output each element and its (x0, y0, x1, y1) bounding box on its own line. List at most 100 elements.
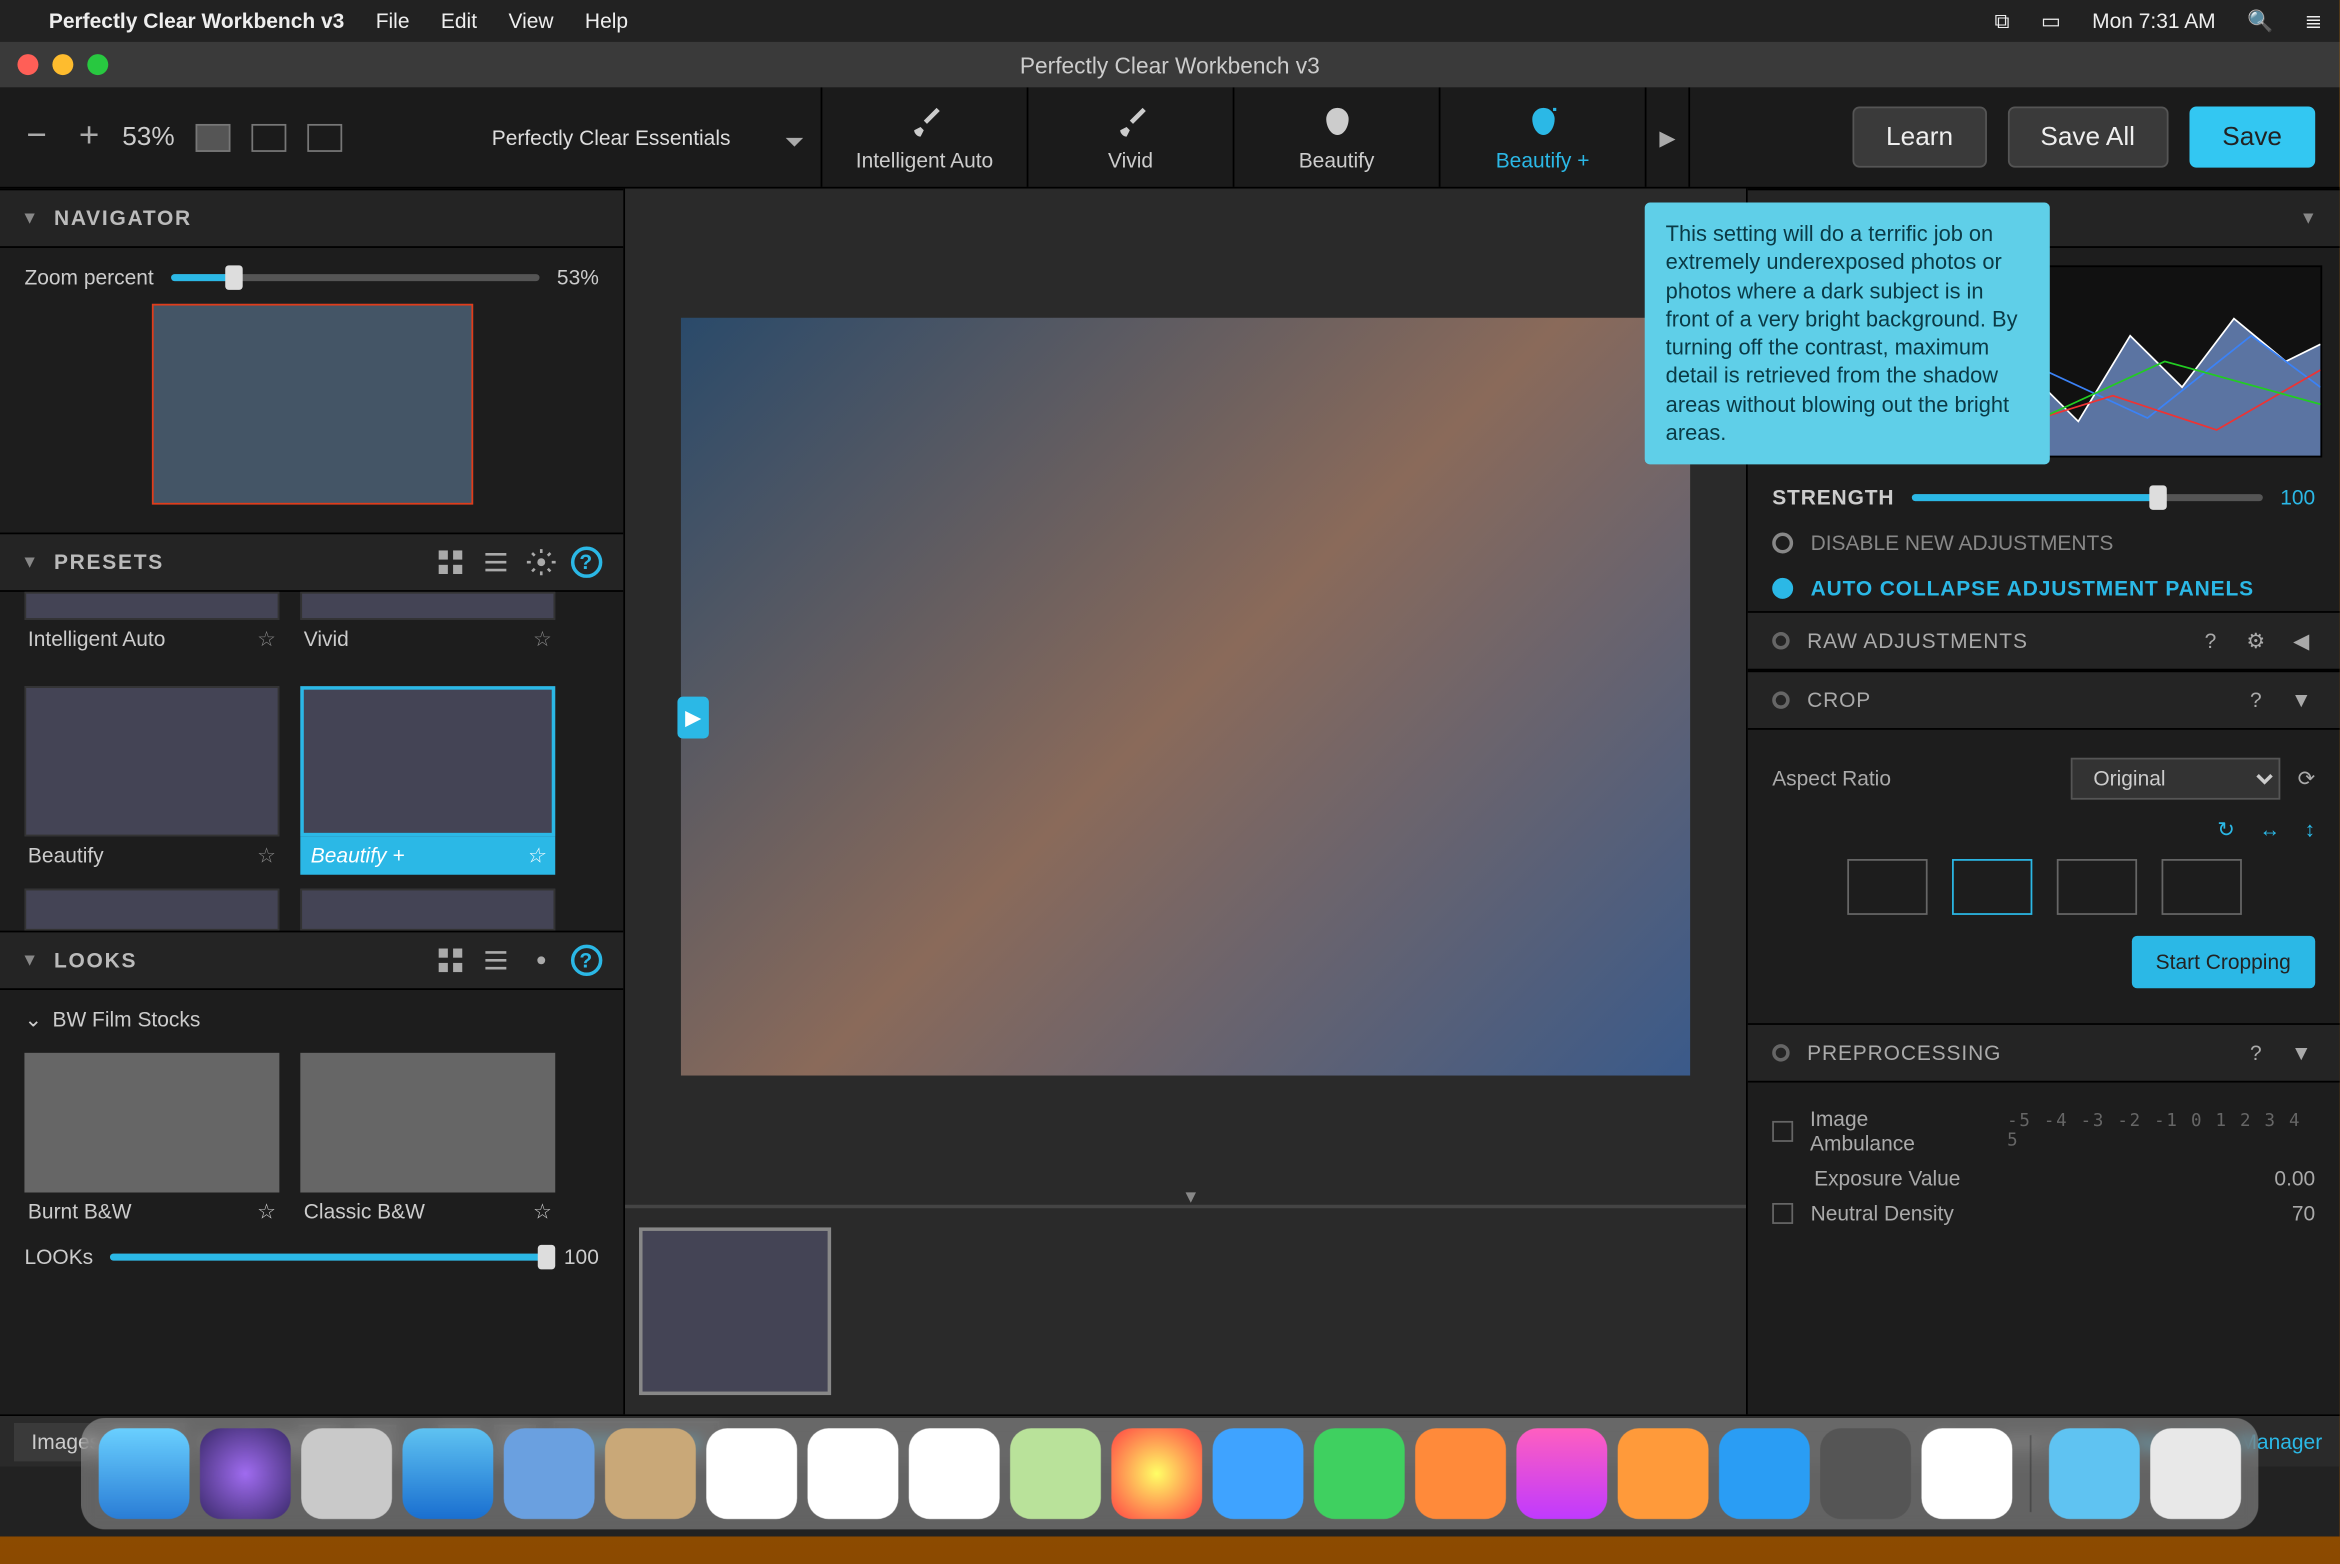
flip-v-icon[interactable]: ↕ (2305, 817, 2315, 841)
looks-header[interactable]: ▼ LOOKS ? (0, 931, 623, 990)
gear-icon[interactable] (526, 546, 557, 577)
essentials-dropdown[interactable]: Perfectly Clear Essentials (402, 87, 821, 187)
dock-reminders[interactable] (909, 1428, 1000, 1519)
layout-single-icon[interactable] (196, 123, 231, 151)
star-icon[interactable]: ☆ (257, 843, 276, 867)
dock-ibooks[interactable] (1618, 1428, 1709, 1519)
layout-dual-icon[interactable] (307, 123, 342, 151)
dock-photos[interactable] (1111, 1428, 1202, 1519)
preset-item-vivid[interactable]: Vivid☆ (300, 592, 555, 658)
navigator-thumbnail[interactable] (151, 304, 472, 505)
menubar-clock[interactable]: Mon 7:31 AM (2092, 9, 2215, 33)
disable-new-adjustments-toggle[interactable]: DISABLE NEW ADJUSTMENTS (1748, 520, 2340, 565)
crop-grid-thirds[interactable] (1951, 859, 2031, 915)
chevron-down-icon[interactable]: ▼ (2287, 686, 2315, 714)
gear-icon[interactable] (526, 945, 557, 976)
strength-slider[interactable] (1912, 494, 2263, 501)
dock-finder[interactable] (99, 1428, 190, 1519)
star-icon[interactable]: ☆ (257, 627, 276, 651)
dock-facetime[interactable] (1314, 1428, 1405, 1519)
list-view-icon[interactable] (480, 945, 511, 976)
spotlight-icon[interactable]: 🔍 (2247, 9, 2273, 33)
list-view-icon[interactable] (480, 546, 511, 577)
start-cropping-button[interactable]: Start Cropping (2131, 936, 2315, 988)
preset-vivid[interactable]: Vivid (1028, 87, 1234, 187)
dock-maps[interactable] (1010, 1428, 1101, 1519)
gear-icon[interactable]: ⚙ (2242, 627, 2270, 655)
dock-messages[interactable] (1213, 1428, 1304, 1519)
maximize-window-button[interactable] (87, 54, 108, 75)
compare-handle[interactable]: ▶ (678, 697, 709, 739)
look-item-classic-bw[interactable]: Classic B&W☆ (300, 1053, 555, 1231)
preset-intelligent-auto[interactable]: Intelligent Auto (822, 87, 1028, 187)
aspect-ratio-select[interactable]: Original (2071, 758, 2281, 800)
looks-subgroup[interactable]: ⌄BW Film Stocks (24, 1000, 598, 1038)
help-icon[interactable]: ? (571, 945, 602, 976)
menulist-icon[interactable]: ≣ (2305, 9, 2323, 33)
zoom-slider[interactable] (171, 274, 539, 281)
dock-downloads[interactable] (2049, 1428, 2140, 1519)
dock-mail[interactable] (504, 1428, 595, 1519)
learn-button[interactable]: Learn (1853, 107, 1986, 168)
image-ambulance-checkbox[interactable] (1772, 1121, 1792, 1142)
preset-item-intelligent-auto[interactable]: Intelligent Auto☆ (24, 592, 279, 658)
star-icon[interactable]: ☆ (533, 627, 552, 651)
grid-view-icon[interactable] (435, 945, 466, 976)
crop-grid-golden[interactable] (2161, 859, 2241, 915)
chevron-left-icon[interactable]: ◀ (2287, 627, 2315, 655)
app-name[interactable]: Perfectly Clear Workbench v3 (49, 9, 344, 33)
preset-item-extra[interactable] (300, 889, 555, 931)
minimize-window-button[interactable] (52, 54, 73, 75)
raw-adjustments-section[interactable]: RAW ADJUSTMENTS ? ⚙ ◀ (1748, 611, 2340, 670)
dock-appstore[interactable] (1719, 1428, 1810, 1519)
preset-item-extra[interactable] (24, 889, 279, 931)
displays-icon[interactable]: ▭ (2041, 9, 2061, 33)
grid-view-icon[interactable] (435, 546, 466, 577)
zoom-in-button[interactable]: + (70, 117, 108, 157)
auto-collapse-toggle[interactable]: AUTO COLLAPSE ADJUSTMENT PANELS (1748, 566, 2340, 611)
save-button[interactable]: Save (2189, 107, 2315, 168)
dock-trash[interactable] (2150, 1428, 2241, 1519)
dock-calendar[interactable] (706, 1428, 797, 1519)
help-icon[interactable]: ? (2242, 686, 2270, 714)
crop-rotate-icon[interactable]: ⟳ (2298, 766, 2316, 790)
help-icon[interactable]: ? (2196, 627, 2224, 655)
dock-launchpad[interactable] (301, 1428, 392, 1519)
help-icon[interactable]: ? (2242, 1039, 2270, 1067)
look-item-burnt-bw[interactable]: Burnt B&W☆ (24, 1053, 279, 1231)
chevron-down-icon[interactable]: ▼ (2287, 1039, 2315, 1067)
crop-section[interactable]: CROP ? ▼ (1748, 670, 2340, 729)
preset-beautify-plus[interactable]: Beautify + (1440, 87, 1646, 187)
dock-safari[interactable] (402, 1428, 493, 1519)
preset-beautify[interactable]: Beautify (1234, 87, 1440, 187)
preprocessing-section[interactable]: PREPROCESSING ? ▼ (1748, 1023, 2340, 1082)
rotate-icon[interactable]: ↻ (2217, 817, 2235, 841)
presets-header[interactable]: ▼ PRESETS ? (0, 533, 623, 592)
dock-settings[interactable] (1820, 1428, 1911, 1519)
layout-split-icon[interactable] (251, 123, 286, 151)
menu-file[interactable]: File (376, 9, 410, 33)
menu-view[interactable]: View (508, 9, 553, 33)
crop-grid-half[interactable] (2056, 859, 2136, 915)
star-icon[interactable]: ☆ (526, 843, 545, 867)
preset-item-beautify[interactable]: Beautify☆ (24, 686, 279, 875)
more-presets-arrow[interactable]: ▶ (1646, 87, 1688, 187)
main-image[interactable]: ▶ (681, 318, 1690, 1075)
help-icon[interactable]: ? (571, 546, 602, 577)
flip-h-icon[interactable]: ↔ (2259, 817, 2280, 841)
close-window-button[interactable] (17, 54, 38, 75)
navigator-header[interactable]: ▼ NAVIGATOR (0, 189, 623, 248)
save-all-button[interactable]: Save All (2007, 107, 2168, 168)
menu-edit[interactable]: Edit (441, 9, 477, 33)
preset-item-beautify-plus[interactable]: Beautify +☆ (300, 686, 555, 875)
dock-siri[interactable] (200, 1428, 291, 1519)
dock-itunes[interactable] (1516, 1428, 1607, 1519)
filmstrip-thumb[interactable] (639, 1227, 831, 1395)
zoom-out-button[interactable]: − (17, 117, 55, 157)
dock-photobooth[interactable] (1415, 1428, 1506, 1519)
crop-grid-none[interactable] (1846, 859, 1926, 915)
dock-notes[interactable] (808, 1428, 899, 1519)
dock-pcw[interactable] (1921, 1428, 2012, 1519)
dock-contacts[interactable] (605, 1428, 696, 1519)
neutral-density-checkbox[interactable] (1772, 1203, 1793, 1224)
